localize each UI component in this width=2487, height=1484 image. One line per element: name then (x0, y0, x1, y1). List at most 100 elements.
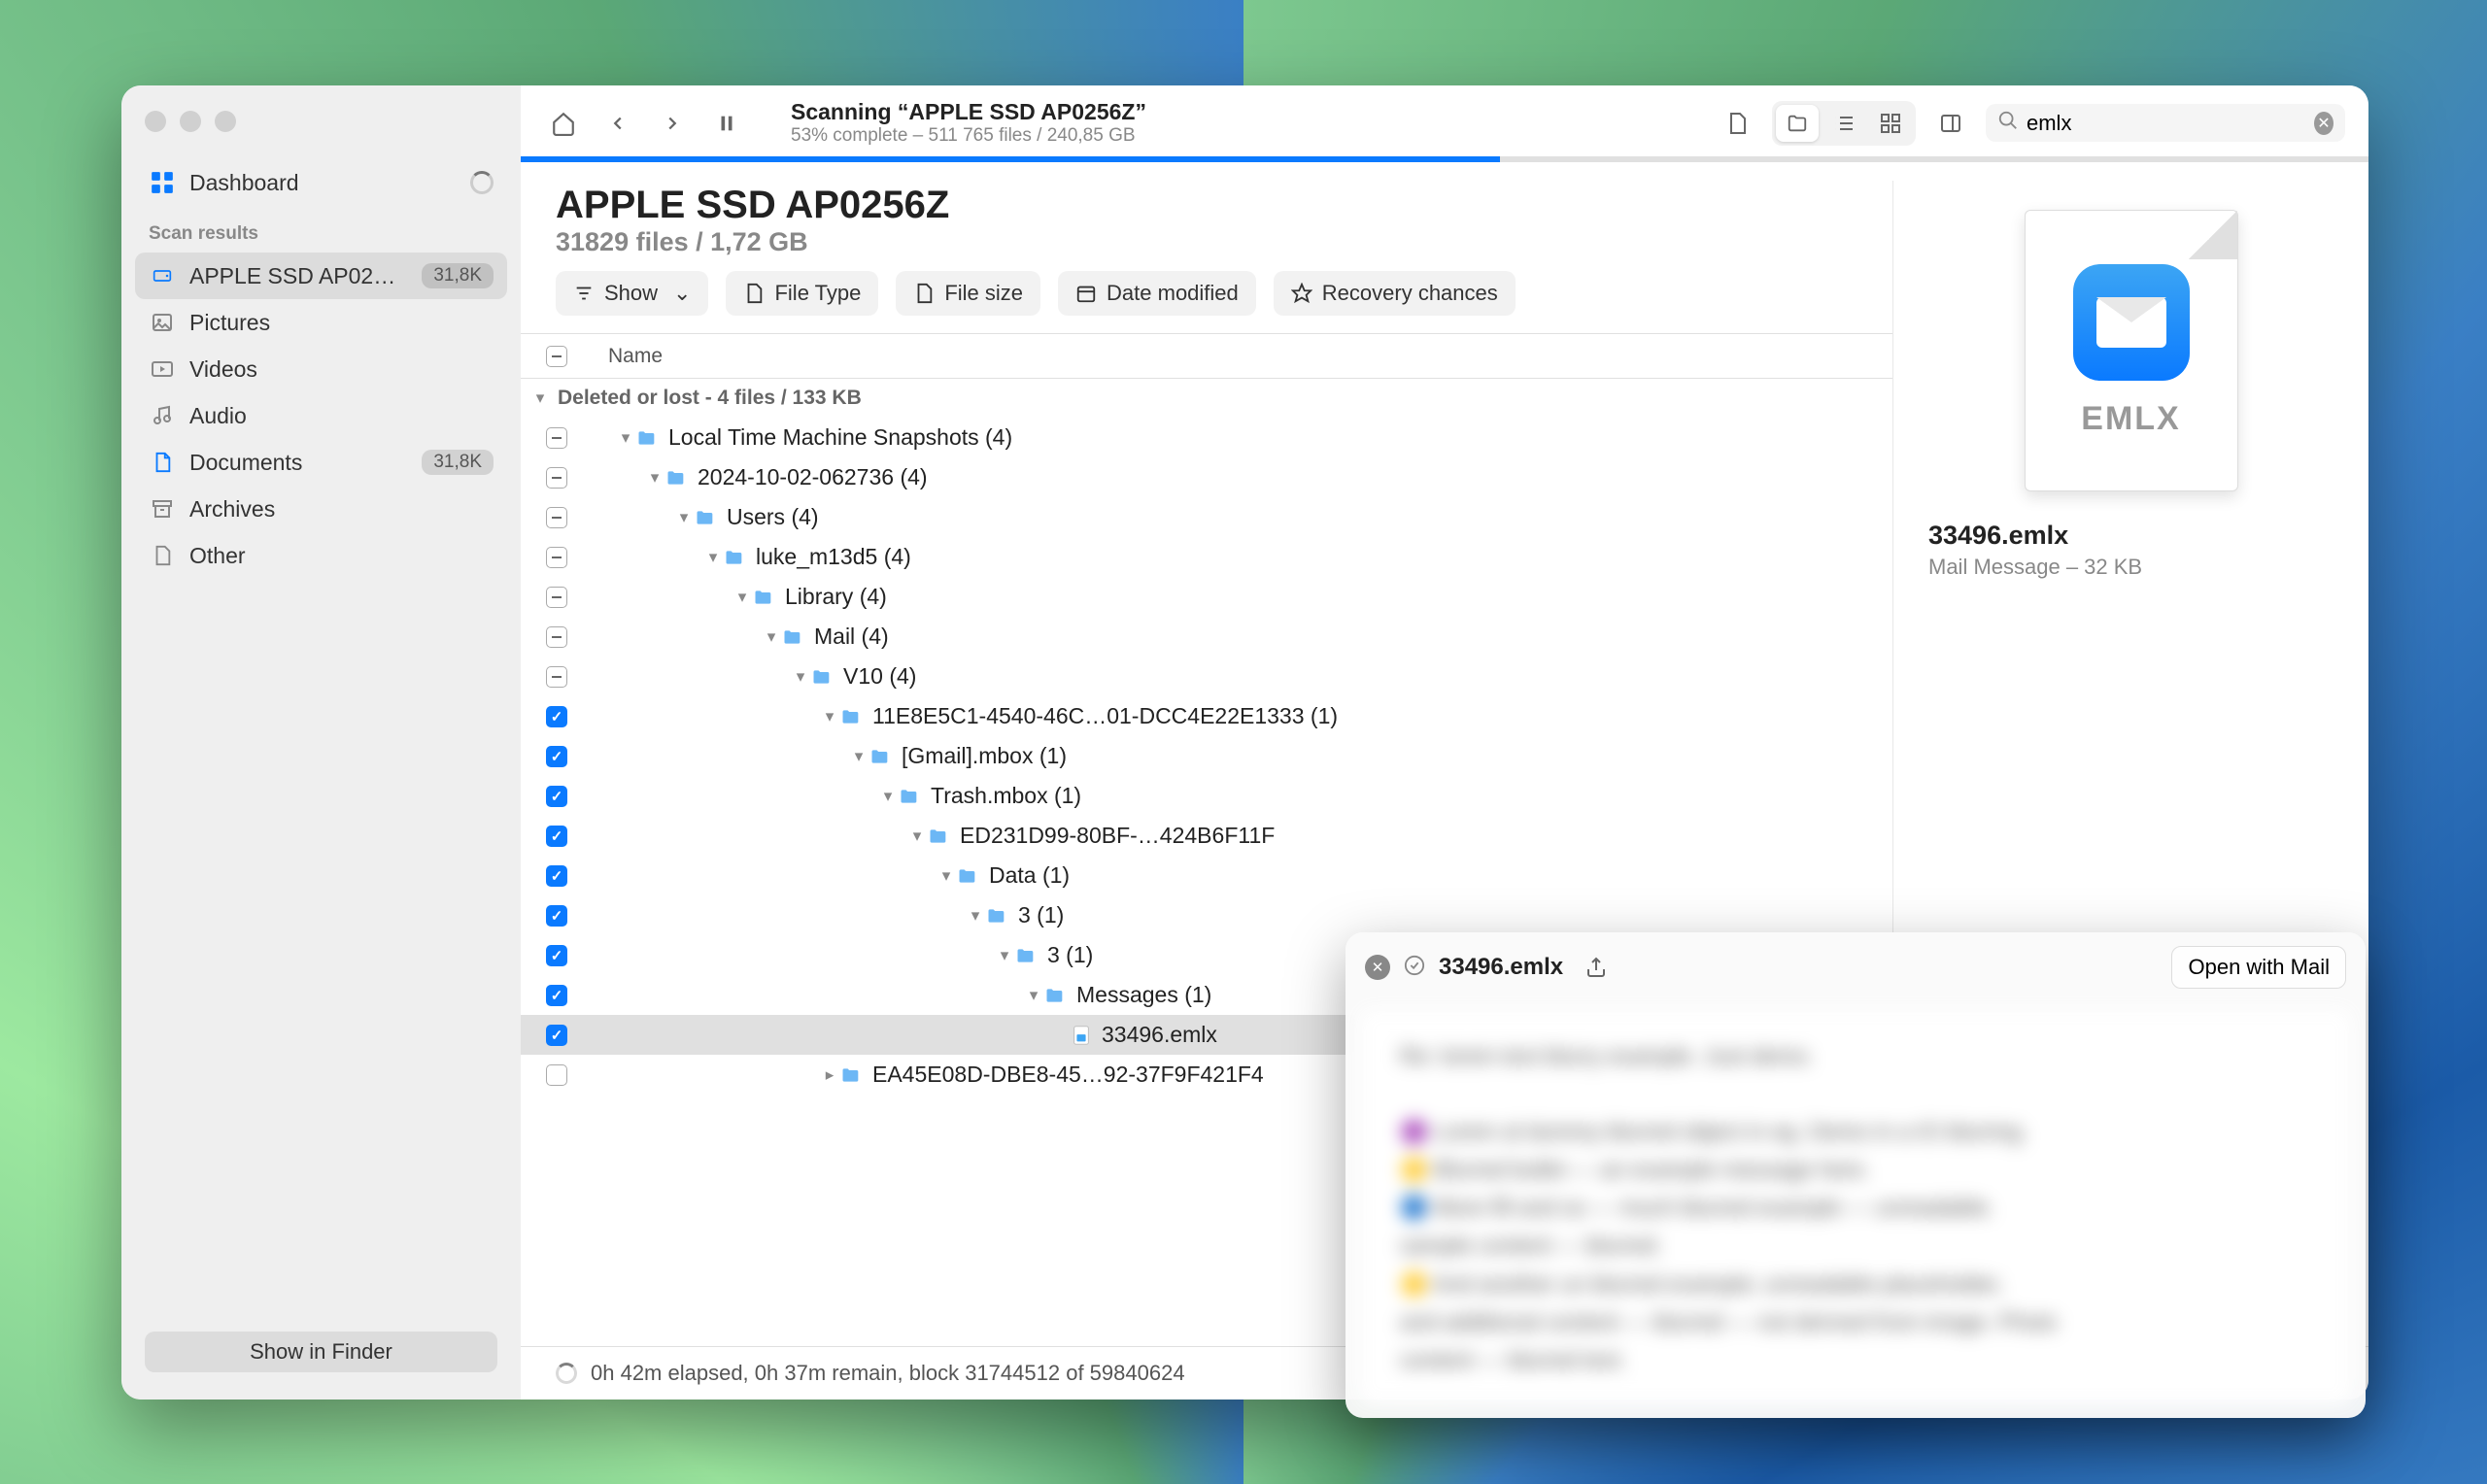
filter-filetype-button[interactable]: File Type (726, 271, 878, 316)
sidebar-item-label: Pictures (189, 310, 270, 336)
search-box[interactable]: ✕ (1986, 104, 2345, 142)
sidebar-section-label: Scan results (121, 206, 521, 253)
search-icon (1997, 110, 2019, 136)
preview-file-name: 33496.emlx (1928, 521, 2068, 551)
row-checkbox[interactable] (546, 985, 567, 1006)
row-checkbox[interactable] (546, 706, 567, 727)
sidebar-item-videos[interactable]: Videos (135, 346, 507, 392)
grid-view-button[interactable] (1869, 105, 1912, 142)
row-name-label: 33496.emlx (1102, 1022, 1217, 1048)
chevron-down-icon[interactable]: ▾ (734, 588, 750, 607)
row-checkbox[interactable] (546, 826, 567, 847)
list-view-button[interactable] (1823, 105, 1865, 142)
home-button[interactable] (544, 104, 583, 143)
chevron-down-icon[interactable]: ▾ (968, 906, 983, 926)
filter-filesize-button[interactable]: File size (896, 271, 1040, 316)
page-view-button[interactable] (1718, 104, 1756, 143)
popup-close-button[interactable]: ✕ (1365, 955, 1390, 980)
row-checkbox[interactable] (546, 467, 567, 489)
row-name-label: Library (4) (785, 584, 887, 610)
row-checkbox[interactable] (546, 865, 567, 887)
sidebar-item-drive[interactable]: APPLE SSD AP02… 31,8K (135, 253, 507, 299)
toolbar-title-area: Scanning “APPLE SSD AP0256Z” 53% complet… (762, 99, 1702, 147)
search-input[interactable] (2027, 111, 2306, 136)
sidebar-item-label: Audio (189, 403, 247, 429)
row-name-label: Trash.mbox (1) (931, 783, 1081, 809)
sidebar-badge: 31,8K (422, 263, 494, 288)
sidebar-item-archives[interactable]: Archives (135, 486, 507, 532)
chevron-down-icon[interactable]: ▾ (909, 826, 925, 846)
sidebar-item-label: Other (189, 543, 246, 569)
row-checkbox[interactable] (546, 1025, 567, 1046)
show-in-finder-button[interactable]: Show in Finder (145, 1332, 497, 1372)
search-clear-button[interactable]: ✕ (2314, 112, 2334, 135)
row-checkbox[interactable] (546, 1064, 567, 1086)
open-with-mail-button[interactable]: Open with Mail (2171, 946, 2346, 989)
emlx-ext-label: EMLX (2081, 400, 2180, 438)
row-checkbox[interactable] (546, 945, 567, 966)
chevron-down-icon[interactable]: ▾ (618, 428, 633, 448)
filter-date-button[interactable]: Date modified (1058, 271, 1256, 316)
audio-icon (149, 402, 176, 429)
chevron-down-icon[interactable]: ▾ (997, 946, 1012, 965)
popup-expand-icon[interactable] (1404, 955, 1425, 981)
scan-subtitle: 53% complete – 511 765 files / 240,85 GB (791, 125, 1702, 147)
row-checkbox[interactable] (546, 786, 567, 807)
chevron-down-icon[interactable]: ▾ (647, 468, 663, 488)
chevron-down-icon[interactable]: ▾ (676, 508, 692, 527)
video-icon (149, 355, 176, 383)
minimize-window-button[interactable] (180, 111, 201, 132)
filter-recovery-button[interactable]: Recovery chances (1274, 271, 1516, 316)
pause-button[interactable] (707, 104, 746, 143)
sidebar-dashboard[interactable]: Dashboard (135, 159, 507, 206)
back-button[interactable] (598, 104, 637, 143)
row-checkbox[interactable] (546, 746, 567, 767)
chevron-down-icon[interactable]: ▾ (1026, 986, 1041, 1005)
column-name-header[interactable]: Name⌃ (589, 344, 1931, 368)
row-checkbox[interactable] (546, 666, 567, 688)
fullscreen-window-button[interactable] (215, 111, 236, 132)
forward-button[interactable] (653, 104, 692, 143)
row-name-label: EA45E08D-DBE8-45…92-37F9F421F4 (872, 1062, 1264, 1088)
popup-content-blurred: Re: lorem text blurry example. Just demo… (1361, 1010, 2350, 1402)
sidebar-item-other[interactable]: Other (135, 532, 507, 579)
dashboard-icon (149, 169, 176, 196)
progress-bar (521, 156, 2368, 162)
chevron-down-icon[interactable]: ▾ (532, 388, 548, 408)
chevron-down-icon[interactable]: ▾ (764, 627, 779, 647)
sidebar-item-audio[interactable]: Audio (135, 392, 507, 439)
row-name-label: [Gmail].mbox (1) (902, 743, 1067, 769)
sidebar-dashboard-label: Dashboard (189, 170, 299, 196)
row-checkbox[interactable] (546, 507, 567, 528)
window-controls (121, 105, 521, 159)
chevron-down-icon[interactable]: ▾ (938, 866, 954, 886)
preview-toggle-button[interactable] (1931, 104, 1970, 143)
row-checkbox[interactable] (546, 587, 567, 608)
chevron-down-icon[interactable]: ▾ (705, 548, 721, 567)
row-checkbox[interactable] (546, 427, 567, 449)
chevron-down-icon[interactable]: ▾ (793, 667, 808, 687)
quicklook-popup: ✕ 33496.emlx Open with Mail Re: lorem te… (1346, 932, 2366, 1418)
row-checkbox[interactable] (546, 547, 567, 568)
status-text: 0h 42m elapsed, 0h 37m remain, block 317… (591, 1361, 1185, 1386)
view-mode-group (1772, 101, 1916, 146)
sidebar-item-label: Documents (189, 450, 302, 476)
row-checkbox[interactable] (546, 905, 567, 927)
other-icon (149, 542, 176, 569)
sidebar-item-label: APPLE SSD AP02… (189, 263, 395, 289)
chevron-down-icon[interactable]: ▾ (822, 707, 837, 726)
folder-view-button[interactable] (1776, 105, 1819, 142)
sidebar-item-documents[interactable]: Documents 31,8K (135, 439, 507, 486)
sidebar-item-pictures[interactable]: Pictures (135, 299, 507, 346)
row-name-label: Local Time Machine Snapshots (4) (668, 424, 1012, 451)
share-button[interactable] (1577, 948, 1616, 987)
row-checkbox[interactable] (546, 626, 567, 648)
chevron-down-icon[interactable]: ▾ (880, 787, 896, 806)
filter-show-button[interactable]: Show⌄ (556, 271, 708, 316)
progress-fill (521, 156, 1500, 162)
chevron-down-icon[interactable]: ▾ (851, 747, 867, 766)
chevron-right-icon[interactable]: ▸ (822, 1065, 837, 1085)
close-window-button[interactable] (145, 111, 166, 132)
row-name-label: luke_m13d5 (4) (756, 544, 911, 570)
select-all-checkbox[interactable] (546, 346, 567, 367)
